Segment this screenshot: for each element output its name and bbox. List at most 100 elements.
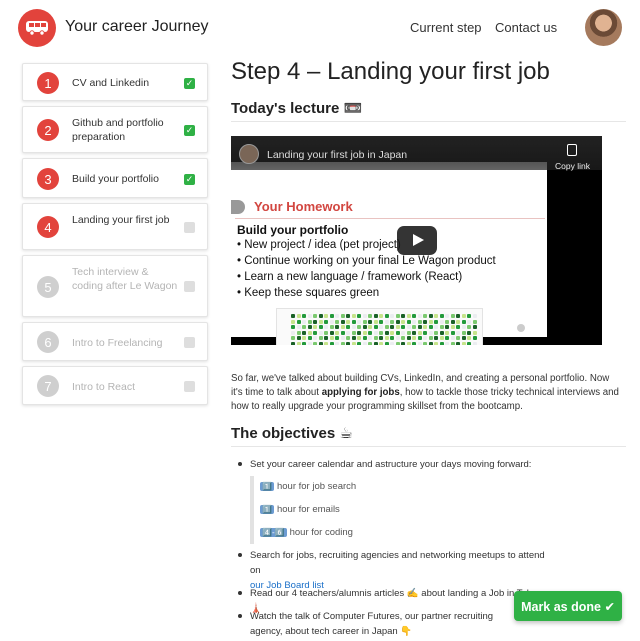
- contribution-square: [423, 341, 427, 345]
- contribution-square: [313, 336, 317, 340]
- contribution-square: [346, 319, 350, 324]
- list-item-text: Watch the talk of Computer Futures, our …: [250, 611, 494, 637]
- contribution-square: [357, 330, 361, 335]
- brand-title[interactable]: Your career Journey: [65, 18, 209, 36]
- copy-link-icon[interactable]: [567, 144, 577, 156]
- contribution-square: [346, 330, 350, 335]
- contribution-square: [307, 319, 312, 324]
- divider: [231, 446, 626, 447]
- contribution-square: [395, 319, 400, 324]
- sidebar-step-5[interactable]: 5 Tech interview & coding after Le Wagon: [22, 255, 208, 317]
- contribution-square: [450, 325, 455, 329]
- contribution-square: [340, 319, 345, 324]
- video-player[interactable]: Your Homework Build your portfolio • New…: [231, 136, 602, 345]
- contribution-square: [346, 341, 350, 345]
- step-label: Landing your first job: [72, 214, 170, 226]
- sidebar-step-4[interactable]: 4 Landing your first job: [22, 203, 208, 250]
- contribution-square: [362, 319, 367, 324]
- contribution-square: [428, 319, 433, 324]
- sidebar-step-7[interactable]: 7 Intro to React: [22, 366, 208, 405]
- contribution-square: [335, 336, 339, 340]
- contribution-square: [357, 341, 361, 345]
- video-title[interactable]: Landing your first job in Japan: [267, 149, 407, 161]
- contribution-graph: [276, 308, 483, 345]
- contribution-square: [450, 341, 455, 345]
- contribution-square: [357, 336, 361, 340]
- contribution-square: [357, 319, 361, 324]
- contribution-square: [412, 336, 416, 340]
- contribution-square: [456, 336, 460, 340]
- contribution-square: [340, 314, 345, 318]
- slide-heading: Your Homework: [254, 199, 353, 214]
- copy-link-label[interactable]: Copy link: [555, 161, 590, 171]
- sidebar-step-1[interactable]: 1 CV and Linkedin ✓: [22, 63, 208, 101]
- contribution-square: [307, 336, 312, 340]
- list-item: Set your career calendar and astructure …: [238, 457, 623, 472]
- contribution-square: [395, 341, 400, 345]
- contribution-square: [390, 336, 394, 340]
- contribution-square: [379, 330, 383, 335]
- sidebar-step-3[interactable]: 3 Build your portfolio ✓: [22, 158, 208, 198]
- sidebar-step-2[interactable]: 2 Github and portfolio preparation ✓: [22, 106, 208, 153]
- slide-bullet-text: Learn a new language / framework (React): [244, 271, 463, 283]
- nav-contact-link[interactable]: Contact us: [495, 20, 557, 35]
- page-title: Step 4 – Landing your first job: [231, 58, 550, 85]
- contribution-square: [423, 314, 427, 318]
- contribution-square: [428, 336, 433, 340]
- contribution-square: [302, 330, 306, 335]
- sidebar-step-6[interactable]: 6 Intro to Freelancing: [22, 322, 208, 361]
- contribution-square: [373, 314, 378, 318]
- slide-bullet: • Continue working on your final Le Wago…: [237, 255, 496, 267]
- list-item: Search for jobs, recruiting agencies and…: [238, 548, 623, 591]
- user-avatar[interactable]: [585, 9, 622, 46]
- intro-paragraph: So far, we've talked about building CVs,…: [231, 372, 623, 414]
- contribution-square: [467, 314, 471, 318]
- contribution-square: [373, 341, 378, 345]
- contribution-square: [313, 314, 317, 318]
- contribution-square: [467, 341, 471, 345]
- contribution-square: [445, 336, 449, 340]
- contribution-square: [434, 330, 438, 335]
- contribution-square: [461, 330, 466, 335]
- contribution-square: [456, 325, 460, 329]
- contribution-square: [296, 319, 301, 324]
- contribution-square: [368, 336, 372, 340]
- lecture-heading: Today's lecture 📼: [231, 100, 363, 117]
- contribution-square: [346, 325, 350, 329]
- nav-current-step-link[interactable]: Current step: [410, 20, 482, 35]
- play-button[interactable]: [397, 226, 437, 255]
- quote-line: 4️⃣-6️⃣ hour for coding: [260, 527, 353, 538]
- contribution-square: [401, 325, 405, 329]
- contribution-square: [302, 336, 306, 340]
- contribution-square: [384, 330, 389, 335]
- contribution-square: [307, 341, 312, 345]
- contribution-square: [390, 319, 394, 324]
- slide-bullet: • New project / idea (pet project): [237, 239, 401, 251]
- contribution-square: [439, 336, 444, 340]
- step-label: Intro to Freelancing: [72, 337, 163, 349]
- step-number-badge: 6: [37, 331, 59, 353]
- contribution-square: [445, 319, 449, 324]
- contribution-square: [434, 314, 438, 318]
- contribution-square: [428, 330, 433, 335]
- contribution-square: [324, 314, 328, 318]
- contribution-square: [450, 330, 455, 335]
- mark-as-done-button[interactable]: Mark as done ✔: [514, 591, 622, 621]
- contribution-square: [318, 330, 323, 335]
- contribution-square: [324, 325, 328, 329]
- contribution-square: [324, 336, 328, 340]
- contribution-square: [428, 325, 433, 329]
- contribution-square: [472, 336, 477, 340]
- contribution-square: [351, 341, 356, 345]
- contribution-square: [307, 325, 312, 329]
- contribution-square: [307, 314, 312, 318]
- channel-avatar[interactable]: [239, 144, 259, 164]
- divider: [231, 121, 626, 122]
- checkbox-empty-icon: [184, 281, 195, 292]
- step-number-badge: 2: [37, 119, 59, 141]
- bus-logo-icon[interactable]: [18, 9, 56, 47]
- step-label: Tech interview & coding after Le Wagon: [72, 266, 178, 292]
- number-badge: 1️⃣: [260, 482, 274, 491]
- step-number-badge: 5: [37, 276, 59, 298]
- contribution-square: [329, 336, 334, 340]
